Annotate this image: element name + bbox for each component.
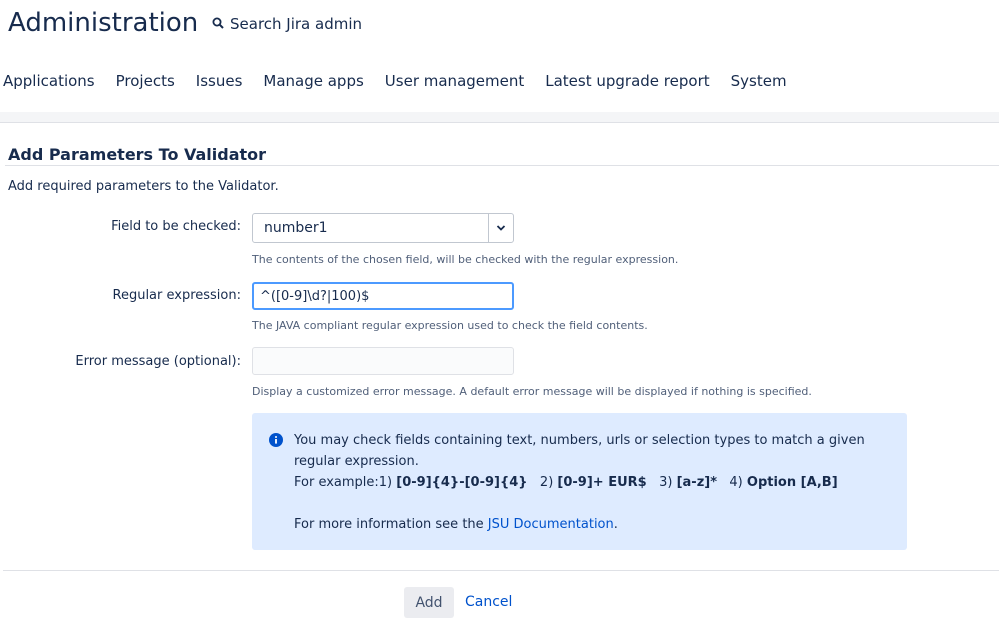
nav-divider xyxy=(0,112,999,123)
error-label: Error message (optional): xyxy=(75,354,241,369)
example-1: [0-9]{4}-[0-9]{4} xyxy=(396,475,528,490)
search-placeholder: Search Jira admin xyxy=(230,15,363,33)
search-icon xyxy=(212,15,224,33)
more-prefix: For more information see the xyxy=(294,517,484,532)
example-4-prefix: 4) xyxy=(729,475,743,490)
info-text: You may check fields containing text, nu… xyxy=(294,430,894,535)
nav-issues[interactable]: Issues xyxy=(196,72,243,90)
more-suffix: . xyxy=(613,517,618,532)
error-help: Display a customized error message. A de… xyxy=(252,385,812,398)
example-2-prefix: 2) xyxy=(539,475,554,490)
page-intro: Add required parameters to the Validator… xyxy=(8,179,279,194)
page-title: Add Parameters To Validator xyxy=(8,145,267,164)
field-select-value: number1 xyxy=(264,220,328,236)
admin-search[interactable]: Search Jira admin xyxy=(212,15,362,33)
info-icon xyxy=(269,432,283,447)
regex-input[interactable] xyxy=(252,282,514,310)
example-2: [0-9]+ EUR$ xyxy=(557,475,647,490)
admin-nav: Applications Projects Issues Manage apps… xyxy=(3,72,787,90)
add-button[interactable]: Add xyxy=(404,587,454,618)
regex-label: Regular expression: xyxy=(112,288,242,303)
example-4: Option [A,B] xyxy=(746,475,838,490)
nav-system[interactable]: System xyxy=(731,72,787,90)
chevron-down-icon xyxy=(488,214,513,242)
regex-help: The JAVA compliant regular expression us… xyxy=(252,319,648,332)
nav-user-management[interactable]: User management xyxy=(385,72,524,90)
info-examples: For example:1) [0-9]{4}-[0-9]{4} 2) [0-9… xyxy=(294,472,894,493)
jsu-documentation-link[interactable]: JSU Documentation xyxy=(488,517,614,532)
example-3-prefix: 3) xyxy=(659,475,673,490)
info-more: For more information see the JSU Documen… xyxy=(294,514,894,535)
nav-manage-apps[interactable]: Manage apps xyxy=(263,72,363,90)
page-header-title: Administration xyxy=(8,8,199,38)
info-line: You may check fields containing text, nu… xyxy=(294,433,865,469)
title-divider xyxy=(5,165,999,166)
error-message-input[interactable] xyxy=(252,347,514,375)
field-select[interactable]: number1 xyxy=(252,213,514,243)
example-prefix: For example:1) xyxy=(294,475,393,490)
form-divider xyxy=(3,570,999,571)
field-help: The contents of the chosen field, will b… xyxy=(252,253,679,266)
nav-projects[interactable]: Projects xyxy=(116,72,175,90)
field-label: Field to be checked: xyxy=(111,219,241,234)
example-3: [a-z]* xyxy=(676,475,717,490)
cancel-link[interactable]: Cancel xyxy=(465,594,512,610)
nav-latest-upgrade-report[interactable]: Latest upgrade report xyxy=(545,72,709,90)
nav-applications[interactable]: Applications xyxy=(3,72,95,90)
